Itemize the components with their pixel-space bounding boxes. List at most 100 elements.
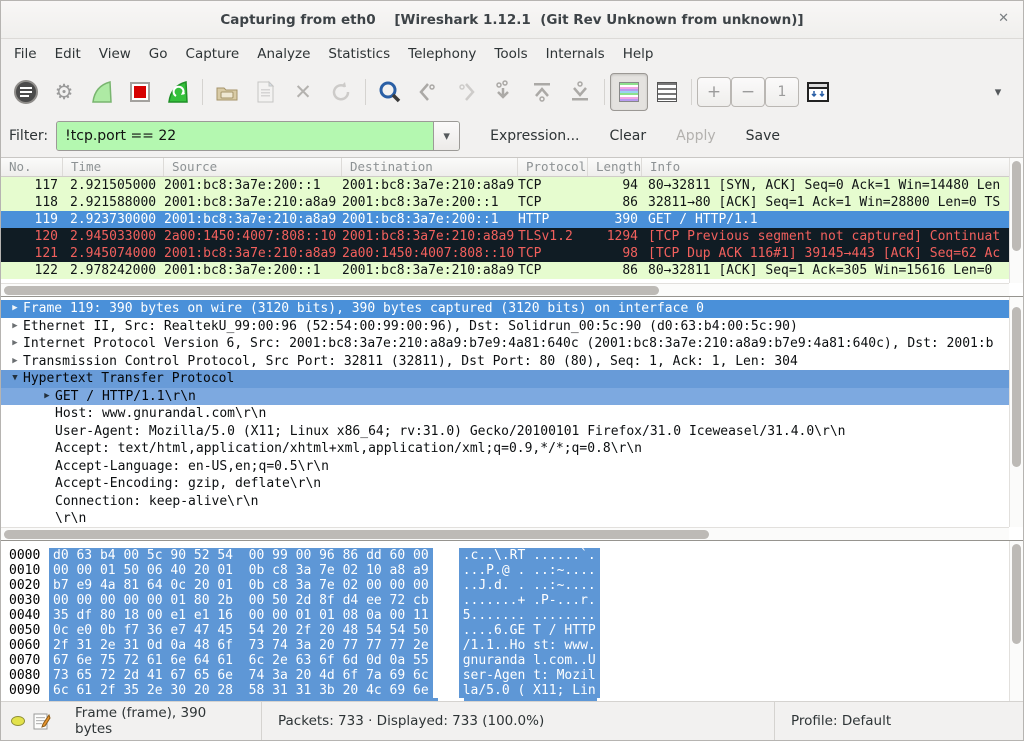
capture-comment-icon[interactable] <box>33 712 51 730</box>
detail-line-6[interactable]: Host: www.gnurandal.com\r\n <box>1 405 1023 423</box>
capture-options-icon[interactable]: ⚙ <box>45 73 83 111</box>
menu-edit[interactable]: Edit <box>46 42 90 66</box>
overflow-menu-icon[interactable]: ▾ <box>979 73 1017 111</box>
hex-ascii[interactable]: gnuranda l.com..U <box>459 653 600 668</box>
hex-bytes[interactable]: 73 65 72 2d 41 67 65 6e 74 3a 20 4d 6f 7… <box>49 668 433 683</box>
hex-ascii[interactable]: la/5.0 ( X11; Lin <box>459 683 600 698</box>
reload-file-icon[interactable] <box>322 73 360 111</box>
colorize-icon[interactable] <box>610 73 648 111</box>
go-to-packet-icon[interactable] <box>485 73 523 111</box>
expander-collapsed-icon[interactable]: ▶ <box>39 388 55 406</box>
auto-scroll-icon[interactable] <box>648 73 686 111</box>
detail-line-12[interactable]: \r\n <box>1 510 1023 528</box>
menu-analyze[interactable]: Analyze <box>248 42 319 66</box>
column-header-no[interactable]: No. <box>1 158 63 176</box>
detail-line-1[interactable]: ▶Ethernet II, Src: RealtekU_99:00:96 (52… <box>1 318 1023 336</box>
hex-ascii[interactable]: ser-Agen t: Mozil <box>459 668 600 683</box>
hex-bytes[interactable]: 0c e0 0b f7 36 e7 47 45 54 20 2f 20 48 5… <box>49 623 433 638</box>
apply-button[interactable]: Apply <box>676 128 716 144</box>
hex-ascii[interactable]: ....6.GE T / HTTP <box>459 623 600 638</box>
hex-bytes[interactable]: 35 df 80 18 00 e1 e1 16 00 00 01 01 08 0… <box>49 608 433 623</box>
menu-capture[interactable]: Capture <box>177 42 249 66</box>
expander-collapsed-icon[interactable]: ▶ <box>7 318 23 336</box>
hex-row-0080[interactable]: 008073 65 72 2d 41 67 65 6e 74 3a 20 4d … <box>1 668 1023 683</box>
capture-interfaces-icon[interactable] <box>7 73 45 111</box>
detail-line-7[interactable]: User-Agent: Mozilla/5.0 (X11; Linux x86_… <box>1 423 1023 441</box>
go-forward-icon[interactable] <box>447 73 485 111</box>
column-header-source[interactable]: Source <box>164 158 342 176</box>
filter-dropdown-icon[interactable]: ▾ <box>433 122 459 150</box>
expander-collapsed-icon[interactable]: ▶ <box>7 300 23 318</box>
detail-line-11[interactable]: Connection: keep-alive\r\n <box>1 493 1023 511</box>
hex-row-0050[interactable]: 00500c e0 0b f7 36 e7 47 45 54 20 2f 20 … <box>1 623 1023 638</box>
packet-row-120[interactable]: 1202.9450330002a00:1450:4007:808::102001… <box>1 228 1023 245</box>
packet-row-121[interactable]: 1212.9450740002001:bc8:3a7e:210:a8a92a00… <box>1 245 1023 262</box>
resize-columns-icon[interactable] <box>799 73 837 111</box>
packet-row-119[interactable]: 1192.9237300002001:bc8:3a7e:210:a8a92001… <box>1 211 1023 228</box>
details-vscrollbar[interactable] <box>1009 297 1023 527</box>
hex-ascii[interactable]: /1.1..Ho st: www. <box>459 638 600 653</box>
hex-row-0010[interactable]: 001000 00 01 50 06 40 20 01 0b c8 3a 7e … <box>1 563 1023 578</box>
menu-go[interactable]: Go <box>140 42 177 66</box>
hex-bytes[interactable]: 00 00 00 00 00 01 80 2b 00 50 2d 8f d4 e… <box>49 593 433 608</box>
hex-row-0020[interactable]: 0020b7 e9 4a 81 64 0c 20 01 0b c8 3a 7e … <box>1 578 1023 593</box>
menu-tools[interactable]: Tools <box>485 42 536 66</box>
packet-row-122[interactable]: 1222.9782420002001:bc8:3a7e:200::12001:b… <box>1 262 1023 279</box>
hex-row-0030[interactable]: 003000 00 00 00 00 01 80 2b 00 50 2d 8f … <box>1 593 1023 608</box>
save-button[interactable]: Save <box>746 128 780 144</box>
status-profile[interactable]: Profile: Default <box>775 713 1023 729</box>
open-file-icon[interactable] <box>208 73 246 111</box>
menu-statistics[interactable]: Statistics <box>319 42 399 66</box>
hex-bytes[interactable]: 00 00 01 50 06 40 20 01 0b c8 3a 7e 02 1… <box>49 563 433 578</box>
menu-view[interactable]: View <box>90 42 140 66</box>
details-hscrollbar[interactable] <box>1 527 1009 540</box>
menu-file[interactable]: File <box>5 42 46 66</box>
hex-ascii[interactable]: .......+ .P-...r. <box>459 593 600 608</box>
detail-line-0[interactable]: ▶Frame 119: 390 bytes on wire (3120 bits… <box>1 300 1023 318</box>
hex-bytes[interactable]: 6c 61 2f 35 2e 30 20 28 58 31 31 3b 20 4… <box>49 683 433 698</box>
expander-expanded-icon[interactable]: ▼ <box>7 370 23 388</box>
column-header-time[interactable]: Time <box>63 158 164 176</box>
detail-line-4[interactable]: ▼Hypertext Transfer Protocol <box>1 370 1023 388</box>
hex-bytes[interactable]: 67 6e 75 72 61 6e 64 61 6c 2e 63 6f 6d 0… <box>49 653 433 668</box>
capture-restart-icon[interactable] <box>159 73 197 111</box>
zoom-out-icon[interactable]: − <box>731 77 765 107</box>
column-header-length[interactable]: Length <box>588 158 642 176</box>
hex-ascii[interactable]: 5....... ........ <box>459 608 600 623</box>
find-packet-icon[interactable] <box>371 73 409 111</box>
close-window-icon[interactable]: ✕ <box>998 11 1009 26</box>
detail-line-2[interactable]: ▶Internet Protocol Version 6, Src: 2001:… <box>1 335 1023 353</box>
hex-row-0070[interactable]: 007067 6e 75 72 61 6e 64 61 6c 2e 63 6f … <box>1 653 1023 668</box>
menu-internals[interactable]: Internals <box>537 42 614 66</box>
go-top-icon[interactable] <box>523 73 561 111</box>
hex-bytes[interactable]: b7 e9 4a 81 64 0c 20 01 0b c8 3a 7e 02 0… <box>49 578 433 593</box>
capture-stop-icon[interactable] <box>121 73 159 111</box>
expander-collapsed-icon[interactable]: ▶ <box>7 335 23 353</box>
hex-row-0040[interactable]: 004035 df 80 18 00 e1 e1 16 00 00 01 01 … <box>1 608 1023 623</box>
go-back-icon[interactable] <box>409 73 447 111</box>
packet-list-hscrollbar[interactable] <box>1 283 1009 296</box>
zoom-normal-icon[interactable]: 1 <box>765 77 799 107</box>
menu-telephony[interactable]: Telephony <box>399 42 485 66</box>
packet-list-vscrollbar[interactable] <box>1009 158 1023 283</box>
close-file-icon[interactable]: ✕ <box>284 73 322 111</box>
detail-line-10[interactable]: Accept-Encoding: gzip, deflate\r\n <box>1 475 1023 493</box>
go-bottom-icon[interactable] <box>561 73 599 111</box>
detail-line-8[interactable]: Accept: text/html,application/xhtml+xml,… <box>1 440 1023 458</box>
expert-info-icon[interactable] <box>11 716 25 726</box>
menu-help[interactable]: Help <box>614 42 663 66</box>
hex-row-0060[interactable]: 00602f 31 2e 31 0d 0a 48 6f 73 74 3a 20 … <box>1 638 1023 653</box>
expression-button[interactable]: Expression... <box>490 128 579 144</box>
hex-bytes[interactable]: 2f 31 2e 31 0d 0a 48 6f 73 74 3a 20 77 7… <box>49 638 433 653</box>
clear-button[interactable]: Clear <box>610 128 647 144</box>
hex-bytes[interactable]: d0 63 b4 00 5c 90 52 54 00 99 00 96 86 d… <box>49 548 433 563</box>
save-file-icon[interactable] <box>246 73 284 111</box>
hex-ascii[interactable]: ..J.d. . ..:~.... <box>459 578 600 593</box>
expander-collapsed-icon[interactable]: ▶ <box>7 353 23 371</box>
column-header-protocol[interactable]: Protocol <box>518 158 588 176</box>
zoom-in-icon[interactable]: + <box>697 77 731 107</box>
packet-row-118[interactable]: 1182.9215880002001:bc8:3a7e:210:a8a92001… <box>1 194 1023 211</box>
detail-line-3[interactable]: ▶Transmission Control Protocol, Src Port… <box>1 353 1023 371</box>
hex-vscrollbar[interactable] <box>1009 541 1023 703</box>
detail-line-5[interactable]: ▶GET / HTTP/1.1\r\n <box>1 388 1023 406</box>
